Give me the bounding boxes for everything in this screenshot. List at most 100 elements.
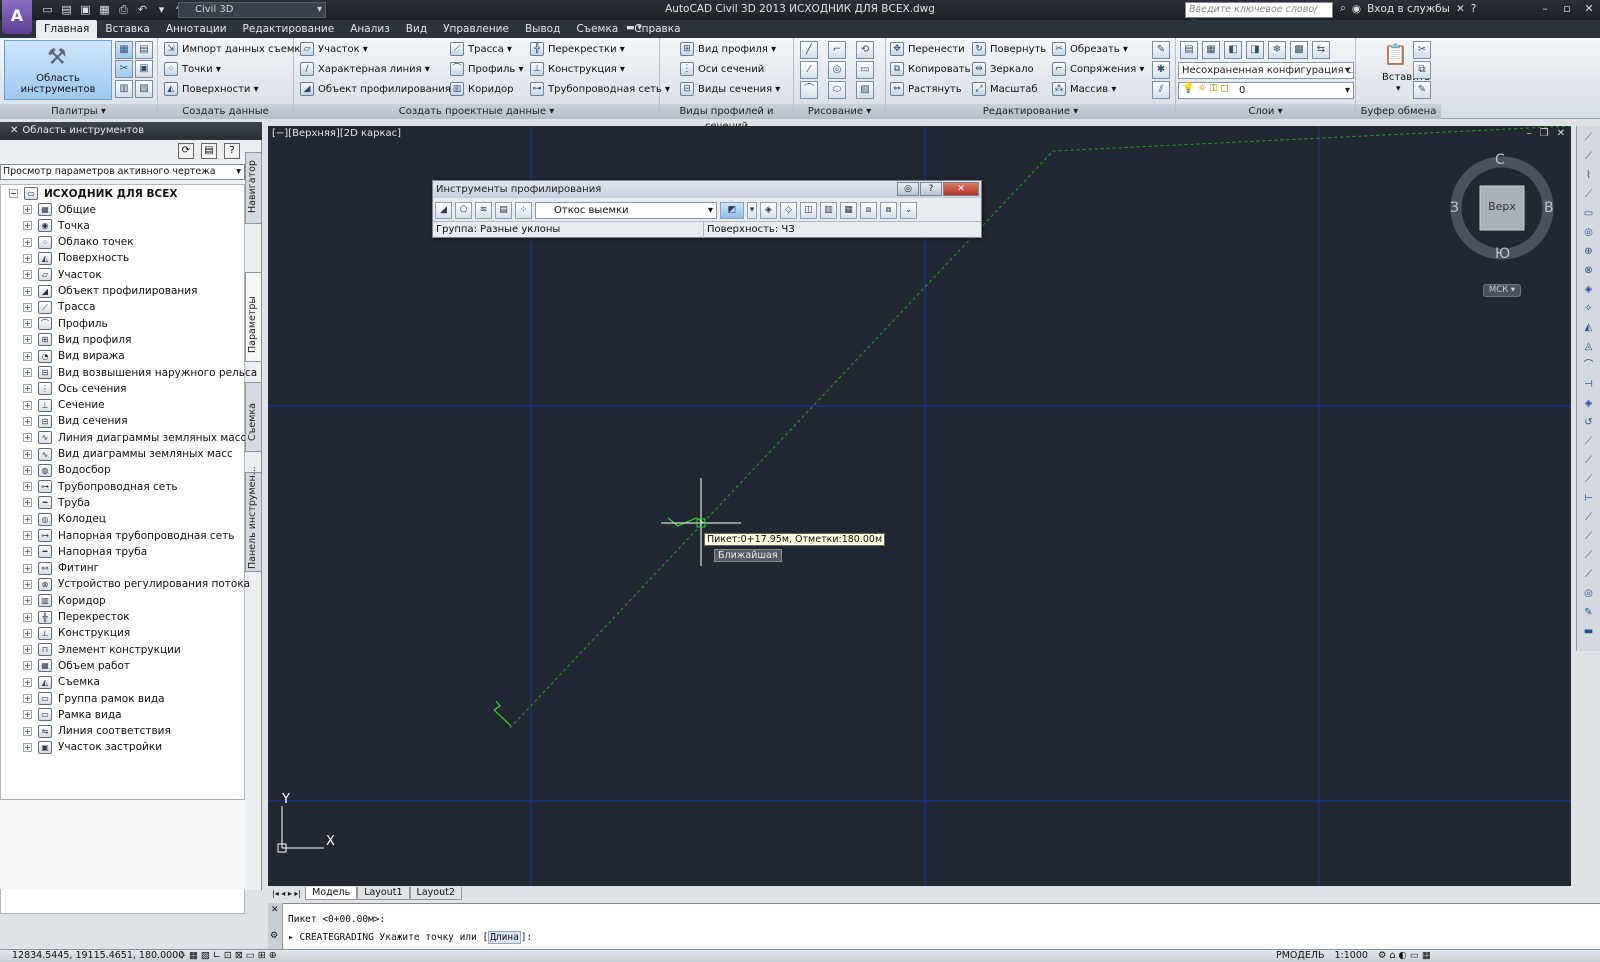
close-icon[interactable]: ✕ <box>1578 0 1600 18</box>
dimension-tool-icon[interactable]: ◬ <box>1581 339 1596 354</box>
expand-icon[interactable]: + <box>23 270 32 280</box>
dimension-tool-icon[interactable]: ⟋ <box>1581 510 1596 525</box>
expand-icon[interactable]: + <box>23 498 32 508</box>
expand-icon[interactable]: + <box>23 416 32 426</box>
points-button[interactable]: ⁘ Точки ▾ <box>164 62 221 76</box>
drawing-area[interactable]: [−][Верхняя][2D каркас] – ❐ ✕ С Ю З В Ве… <box>268 126 1571 886</box>
copy-clip-icon[interactable]: ⧉ <box>1413 61 1431 79</box>
layer-properties-icon[interactable]: ▤ <box>1180 41 1198 59</box>
viewcube-west[interactable]: З <box>1450 200 1459 216</box>
expand-icon[interactable]: + <box>23 302 32 312</box>
vp-restore-icon[interactable]: ❐ <box>1540 128 1549 139</box>
tree-item[interactable]: + ⋮ Ось сечения <box>23 382 126 396</box>
print-icon[interactable]: ⎙ <box>116 2 131 17</box>
ribbon-tab[interactable]: Вид <box>398 20 435 38</box>
collapse-icon[interactable]: − <box>9 189 18 198</box>
profile-view-button[interactable]: ⊞ Вид профиля ▾ <box>680 42 776 56</box>
application-menu-button[interactable]: A <box>2 0 32 34</box>
dimension-tool-icon[interactable]: ⟋ <box>1581 434 1596 449</box>
tree-root[interactable]: − ▭ ИСХОДНИК ДЛЯ ВСЕХ <box>9 187 177 200</box>
palette-close-icon[interactable]: ✕ <box>10 125 18 136</box>
tree-item[interactable]: + ⇋ Линия соответствия <box>23 724 171 738</box>
copy-button[interactable]: ⧉ Копировать <box>890 62 970 76</box>
select-grading-icon[interactable]: ⧈ <box>860 201 877 219</box>
rectangle-icon[interactable]: ▭ <box>856 61 874 79</box>
tree-item[interactable]: + ◉ Точка <box>23 219 90 233</box>
layer-freeze-icon[interactable]: ❄ <box>1268 41 1286 59</box>
tree-item[interactable]: + ⊟ Вид сечения <box>23 414 128 428</box>
scale-button[interactable]: ⤢ Масштаб <box>972 82 1038 96</box>
status-tray-icons[interactable]: ⚙ ⌂ ◐ ▭ ▦ <box>1378 950 1431 962</box>
panel-title-palettes[interactable]: Палитры ▾ <box>0 104 157 119</box>
arc-icon[interactable]: ⌒ <box>800 81 818 99</box>
dimension-tool-icon[interactable]: ◎ <box>1581 586 1596 601</box>
parcel-button[interactable]: ▱ Участок ▾ <box>300 42 368 56</box>
tree-item[interactable]: + ◍ Водосбор <box>23 463 111 477</box>
tree-item[interactable]: + ▦ Объем работ <box>23 659 130 673</box>
expand-icon[interactable]: + <box>23 351 32 361</box>
tree-item[interactable]: + ⊟ Вид возвышения наружного рельса <box>23 366 257 379</box>
layers-palette-icon[interactable]: ▧ <box>135 80 153 98</box>
dimension-tool-icon[interactable]: ⟋ <box>1581 548 1596 563</box>
tree-item[interactable]: + ━ Труба <box>23 496 90 510</box>
tree-item[interactable]: + ▣ Участок застройки <box>23 740 162 754</box>
volume-tools-icon[interactable]: ◫ <box>800 201 817 219</box>
minimize-icon[interactable]: – <box>1534 0 1556 18</box>
grading-toolbar-info-icon[interactable]: ◎ <box>897 182 919 196</box>
properties-icon[interactable]: ▥ <box>115 80 133 98</box>
tree-item[interactable]: + ⊓ Элемент конструкции <box>23 643 181 657</box>
expand-icon[interactable]: + <box>23 645 32 655</box>
array-button[interactable]: ⁂ Массив ▾ <box>1052 82 1116 96</box>
dimension-tool-icon[interactable]: ⟋ <box>1581 149 1596 164</box>
tree-item[interactable]: + ▦ Общие <box>23 203 96 216</box>
dimension-tool-icon[interactable]: ⟋ <box>1581 187 1596 202</box>
expand-icon[interactable]: + <box>23 596 32 606</box>
ucs-menu[interactable]: МСК ▾ <box>1483 284 1521 297</box>
trim-button[interactable]: ✂ Обрезать ▾ <box>1052 42 1128 56</box>
expand-icon[interactable]: + <box>23 612 32 622</box>
expand-icon[interactable]: + <box>23 433 32 443</box>
edit-grading-icon[interactable]: ◇ <box>780 201 797 219</box>
expand-icon[interactable]: + <box>23 547 32 557</box>
dimension-tool-icon[interactable]: ✎ <box>1581 605 1596 620</box>
import-survey-button[interactable]: ⇲ Импорт данных съемки <box>164 42 307 56</box>
undo-icon[interactable]: ↶ <box>135 2 150 17</box>
command-option-length[interactable]: Длина <box>488 931 521 944</box>
create-grading-dropdown-icon[interactable]: ▾ <box>747 201 757 219</box>
drafting-toggles[interactable]: ⊹▦▧∟⊡⊠▭⊞⊕ <box>178 950 280 962</box>
panel-title-layers[interactable]: Слои ▾ <box>1176 104 1355 119</box>
expand-icon[interactable]: + <box>23 482 32 492</box>
binoculars-icon[interactable]: ⌕ <box>1340 2 1346 15</box>
grading-group-icon[interactable]: ⬠ <box>455 201 472 219</box>
expand-toolbar-icon[interactable]: ⌄ <box>900 201 917 219</box>
surfaces-button[interactable]: ◭ Поверхности ▾ <box>164 82 259 96</box>
alignment-button[interactable]: ⟋ Трасса ▾ <box>450 42 512 56</box>
rotate-button[interactable]: ↻ Повернуть <box>972 42 1046 56</box>
save-icon[interactable]: ▣ <box>78 2 93 17</box>
ribbon-minimize-icon[interactable]: ▬ ▾ <box>626 23 642 33</box>
expand-icon[interactable]: + <box>23 205 32 214</box>
expand-icon[interactable]: + <box>23 563 32 573</box>
offset-icon[interactable]: ⫽ <box>1152 81 1170 99</box>
tab-layout1[interactable]: Layout1 <box>357 886 410 900</box>
ribbon-tab[interactable]: Анализ <box>342 20 398 38</box>
grading-layer-icon[interactable]: ▤ <box>495 201 512 219</box>
grading-criteria-select[interactable]: Откос выемки <box>535 201 717 219</box>
dimension-tool-icon[interactable]: ⟋ <box>1581 453 1596 468</box>
layer-state-select[interactable]: Несохраненная конфигурация слоя <box>1178 62 1354 79</box>
annotation-scale[interactable]: 1:1000 <box>1335 950 1368 962</box>
prospector-icon[interactable]: ▦ <box>115 41 133 59</box>
expand-icon[interactable]: + <box>23 465 32 475</box>
brush-icon[interactable]: ✎ <box>1152 41 1170 59</box>
grading-settings-icon[interactable]: ◢ <box>435 201 452 219</box>
expand-icon[interactable]: + <box>23 726 32 736</box>
explode-icon[interactable]: ✱ <box>1152 61 1170 79</box>
tree-item[interactable]: + ▥ Коридор <box>23 594 106 608</box>
featureline-button[interactable]: ∕ Характерная линия ▾ <box>300 62 430 76</box>
cursor-coordinates[interactable]: 12834.5445, 19115.4651, 180.0000 <box>12 950 184 962</box>
save-as-icon[interactable]: ▦ <box>97 2 112 17</box>
expand-icon[interactable]: + <box>23 319 32 329</box>
grading-criteria-icon[interactable]: ⁘ <box>515 201 532 219</box>
ellipse-icon[interactable]: ⬭ <box>828 81 846 99</box>
undo-dropdown-icon[interactable]: ▾ <box>154 2 169 17</box>
